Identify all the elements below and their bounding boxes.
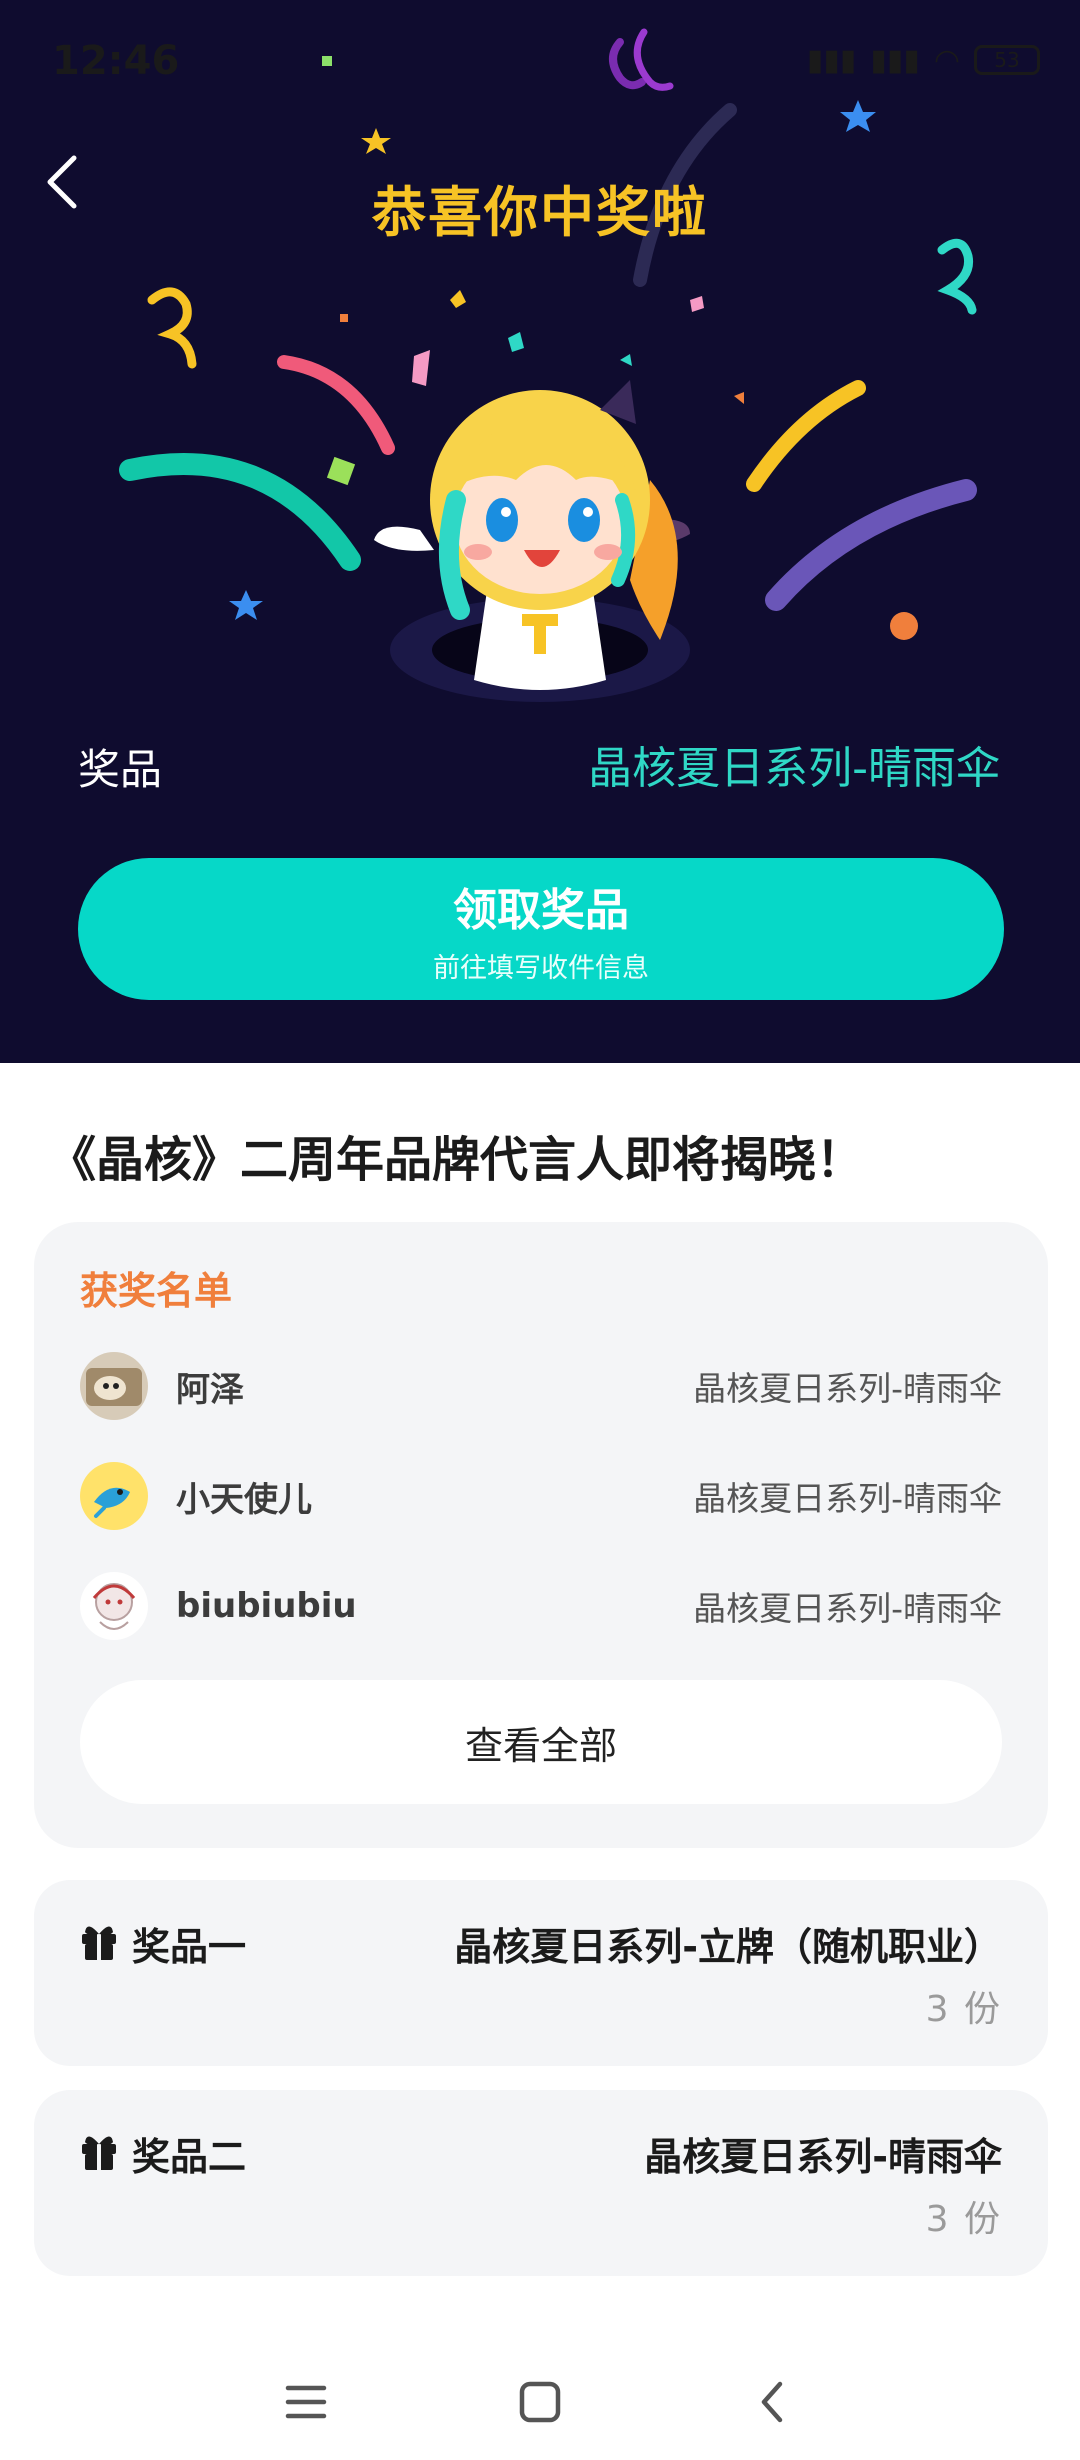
- winner-row: 小天使儿 晶核夏日系列-晴雨伞: [80, 1456, 1002, 1536]
- gift-icon: [82, 2136, 116, 2170]
- status-time: 12:46: [52, 38, 180, 84]
- avatar: [80, 1572, 148, 1640]
- prize-tier-label: 奖品一: [132, 1925, 247, 1969]
- status-icons: ▮▮▮ ▮▮▮ ◠ 53: [807, 40, 1040, 80]
- winner-prize: 晶核夏日系列-晴雨伞: [693, 1369, 1002, 1408]
- app-logo-icon: [609, 28, 674, 91]
- prize-count: 3 份: [925, 1989, 1002, 2030]
- wifi-icon: ◠: [933, 42, 960, 78]
- avatar: [80, 1352, 148, 1420]
- prize-tier-label: 奖品二: [132, 2135, 247, 2179]
- winner-row: biubiubiu 晶核夏日系列-晴雨伞: [80, 1566, 1002, 1646]
- battery-icon: 53: [974, 45, 1040, 75]
- mascot-illustration: [374, 380, 690, 690]
- prize-name: 晶核夏日系列-立牌（随机职业）: [454, 1925, 1002, 1969]
- winners-title: 获奖名单: [80, 1269, 233, 1313]
- prize-count: 3 份: [925, 2199, 1002, 2240]
- prize-card: 奖品二 晶核夏日系列-晴雨伞 3 份: [34, 2090, 1048, 2276]
- winner-prize: 晶核夏日系列-晴雨伞: [693, 1479, 1002, 1518]
- winner-name: biubiubiu: [176, 1586, 357, 1626]
- winner-name: 阿泽: [176, 1369, 244, 1410]
- page-title: 恭喜你中奖啦: [372, 181, 708, 244]
- back-icon[interactable]: [744, 2372, 804, 2432]
- prize-name: 晶核夏日系列-晴雨伞: [644, 2135, 1002, 2179]
- signal-icon: ▮▮▮: [806, 42, 857, 78]
- claim-button-sublabel: 前往填写收件信息: [433, 952, 649, 984]
- status-bar: 12:46 ▮▮▮ ▮▮▮ ◠ 53: [0, 0, 1080, 100]
- event-headline: 《晶核》二周年品牌代言人即将揭晓！: [48, 1132, 865, 1188]
- menu-icon[interactable]: [276, 2372, 336, 2432]
- signal-icon-2: ▮▮▮: [870, 42, 920, 78]
- avatar: [80, 1462, 148, 1530]
- prize-value: 晶核夏日系列-晴雨伞: [588, 743, 1000, 794]
- hero-section: 12:46 ▮▮▮ ▮▮▮ ◠ 53 恭喜你中奖啦 奖品 晶核夏日系列-晴雨伞 …: [0, 0, 1080, 1063]
- winner-name: 小天使儿: [176, 1479, 312, 1520]
- prize-label: 奖品: [78, 745, 163, 794]
- gift-icon: [82, 1926, 116, 1960]
- claim-button-label: 领取奖品: [453, 884, 629, 936]
- prize-card: 奖品一 晶核夏日系列-立牌（随机职业） 3 份: [34, 1880, 1048, 2066]
- winner-row: 阿泽 晶核夏日系列-晴雨伞: [80, 1346, 1002, 1426]
- battery-level: 53: [994, 48, 1020, 72]
- winners-card: 获奖名单 阿泽 晶核夏日系列-晴雨伞 小天使儿 晶核夏日系列-晴雨伞 biubi…: [34, 1222, 1048, 1848]
- claim-prize-button[interactable]: 领取奖品 前往填写收件信息: [78, 858, 1004, 1000]
- system-nav-bar: [0, 2340, 1080, 2460]
- view-all-button[interactable]: 查看全部: [80, 1680, 1002, 1804]
- winner-prize: 晶核夏日系列-晴雨伞: [693, 1589, 1002, 1628]
- home-icon[interactable]: [510, 2372, 570, 2432]
